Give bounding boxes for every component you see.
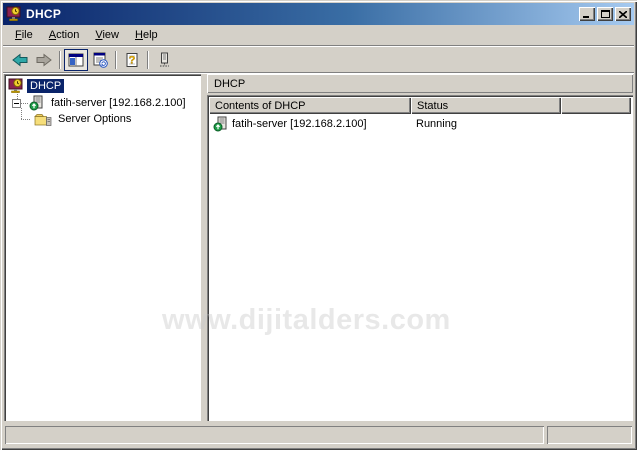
result-pane-banner-label: DHCP xyxy=(214,78,245,90)
title-bar[interactable]: DHCP xyxy=(3,3,634,25)
collapse-expander-minus[interactable] xyxy=(12,99,21,108)
server-network-button[interactable] xyxy=(152,49,176,71)
dhcp-console-icon xyxy=(6,6,22,22)
help-icon: ? xyxy=(124,52,140,68)
minimize-icon xyxy=(583,11,591,18)
dhcp-console-icon xyxy=(8,78,24,94)
dhcp-server-icon xyxy=(213,116,229,132)
show-hide-console-tree-button[interactable] xyxy=(64,49,88,71)
column-header-contents[interactable]: Contents of DHCP xyxy=(209,97,411,114)
list-body: fatih-server [192.168.2.100] Running xyxy=(209,114,631,419)
menu-action-accel: A xyxy=(49,29,56,41)
back-button[interactable] xyxy=(8,49,32,71)
forward-button[interactable] xyxy=(32,49,56,71)
export-list-icon xyxy=(92,52,108,68)
menu-file-rest: ile xyxy=(22,29,33,41)
result-list: Contents of DHCP Status xyxy=(207,95,633,421)
column-header-extra[interactable] xyxy=(561,97,631,114)
menu-bar: File Action View Help xyxy=(3,25,634,46)
close-button[interactable] xyxy=(615,7,631,21)
toolbar-separator xyxy=(115,51,117,69)
tree-label-dhcp[interactable]: DHCP xyxy=(27,79,64,93)
maximize-button[interactable] xyxy=(597,7,613,21)
status-bar xyxy=(3,424,634,446)
list-cell-server-name: fatih-server [192.168.2.100] xyxy=(232,118,367,130)
dhcp-mmc-window: DHCP File Action View Help xyxy=(0,0,637,450)
forward-arrow-icon xyxy=(36,52,52,68)
toolbar-separator xyxy=(147,51,149,69)
export-list-button[interactable] xyxy=(88,49,112,71)
menu-help-accel: H xyxy=(135,29,143,41)
tree-item-server[interactable]: fatih-server [192.168.2.100] xyxy=(8,95,199,111)
tree-connector xyxy=(21,108,22,119)
toolbar: ? xyxy=(3,47,634,73)
list-header: Contents of DHCP Status xyxy=(209,97,631,114)
tree-item-server-options[interactable]: Server Options xyxy=(8,111,199,127)
result-pane-banner: DHCP xyxy=(207,74,633,93)
svg-text:?: ? xyxy=(129,54,136,66)
menu-file-accel: F xyxy=(15,29,22,41)
tree-connector xyxy=(21,119,30,120)
menu-file[interactable]: File xyxy=(7,27,41,43)
close-icon xyxy=(619,11,627,18)
status-panel-right xyxy=(547,426,632,444)
menu-help[interactable]: Help xyxy=(127,27,166,43)
tree-label-server-options[interactable]: Server Options xyxy=(55,112,134,126)
tree-label-server[interactable]: fatih-server [192.168.2.100] xyxy=(48,96,189,110)
folder-options-icon xyxy=(34,112,52,127)
help-button[interactable]: ? xyxy=(120,49,144,71)
window-title: DHCP xyxy=(26,7,577,21)
menu-action-rest: ction xyxy=(56,29,79,41)
result-pane: DHCP Contents of DHCP Status xyxy=(207,74,633,421)
tree-connector xyxy=(21,103,29,104)
menu-view-rest: iew xyxy=(102,29,119,41)
tree-item-dhcp-root[interactable]: DHCP xyxy=(8,78,199,94)
list-row-server[interactable]: fatih-server [192.168.2.100] Running xyxy=(209,116,631,132)
minimize-button[interactable] xyxy=(579,7,595,21)
back-arrow-icon xyxy=(12,52,28,68)
status-panel-left xyxy=(5,426,544,444)
toolbar-separator xyxy=(59,51,61,69)
show-hide-console-tree-icon xyxy=(68,52,84,68)
menu-help-rest: elp xyxy=(143,29,158,41)
column-header-status[interactable]: Status xyxy=(411,97,561,114)
menu-action[interactable]: Action xyxy=(41,27,88,43)
console-tree-pane: DHCP fatih-server [192.168.2.100] xyxy=(4,74,201,421)
maximize-icon xyxy=(601,10,610,18)
list-cell-server-status: Running xyxy=(409,118,559,130)
menu-view[interactable]: View xyxy=(87,27,127,43)
server-network-icon xyxy=(156,52,172,68)
dhcp-server-icon xyxy=(29,95,45,111)
